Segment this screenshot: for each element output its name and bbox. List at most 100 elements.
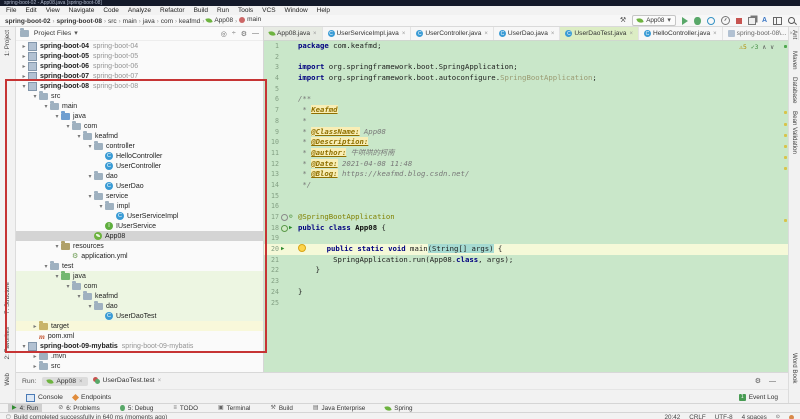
tree-expanded-arrow[interactable]: ▾ <box>31 93 39 100</box>
layout-icon[interactable] <box>773 17 782 25</box>
breadcrumb-item-spring-boot-02[interactable]: spring-boot-02 <box>5 18 51 25</box>
inspection-status-icon[interactable] <box>789 415 794 419</box>
error-stripe[interactable] <box>783 41 788 373</box>
hide-panel-icon[interactable]: — <box>252 30 259 38</box>
menu-item-navigate[interactable]: Navigate <box>69 7 95 14</box>
run-gutter-icon[interactable]: ▶ <box>289 223 292 234</box>
stop-button[interactable] <box>736 18 742 24</box>
tree-item-controller[interactable]: ▾controller <box>16 141 263 151</box>
editor-tab-spring-boot-08...[interactable]: spring-boot-08\...× <box>723 27 799 40</box>
tree-item-com[interactable]: ▾com <box>16 121 263 131</box>
code-line-1[interactable]: 1package com.keafmd; <box>264 41 788 52</box>
tree-item-test[interactable]: ▾test <box>16 261 263 271</box>
tree-expanded-arrow[interactable]: ▾ <box>42 103 50 110</box>
tool-strip-1-project[interactable]: 1: Project <box>4 30 11 56</box>
tree-item-spring-boot-06[interactable]: ▸spring-boot-06spring-boot-06 <box>16 61 263 71</box>
tool-strip-web[interactable]: Web <box>4 373 11 386</box>
editor-tab-UserDaoTest.java[interactable]: CUserDaoTest.java× <box>560 27 639 40</box>
stripe-mark[interactable] <box>784 145 787 148</box>
tree-item-java[interactable]: ▾java <box>16 271 263 281</box>
chevron-down-icon[interactable]: ▾ <box>74 30 78 37</box>
caret-position[interactable]: 20:42 <box>665 414 681 419</box>
hide-icon[interactable]: — <box>769 378 776 385</box>
inspection-widget[interactable]: ⚠5 ✓3 ∧ ∨ <box>739 43 774 54</box>
tree-item-HelloController[interactable]: CHelloController <box>16 151 263 161</box>
search-icon[interactable] <box>788 17 795 24</box>
tree-item-service[interactable]: ▾service <box>16 191 263 201</box>
code-line-14[interactable]: 14 */ <box>264 180 788 191</box>
code-line-2[interactable]: 2 <box>264 52 788 63</box>
tree-item-keafmd[interactable]: ▾keafmd <box>16 291 263 301</box>
stripe-mark[interactable] <box>784 111 787 114</box>
tool-strip-maven[interactable]: Maven <box>791 51 798 70</box>
coverage-button[interactable] <box>707 17 715 25</box>
close-icon[interactable]: × <box>790 31 794 37</box>
menu-item-tools[interactable]: Tools <box>238 7 253 14</box>
intention-bulb-icon[interactable] <box>298 244 306 252</box>
code-line-19[interactable]: 19 <box>264 233 788 244</box>
tree-item-spring-boot-07[interactable]: ▸spring-boot-07spring-boot-07 <box>16 71 263 81</box>
tree-item-application.yml[interactable]: ⚙application.yml <box>16 251 263 261</box>
menu-item-view[interactable]: View <box>46 7 60 14</box>
code-line-3[interactable]: 3import org.springframework.boot.SpringA… <box>264 62 788 73</box>
tree-item-App08[interactable]: App08 <box>16 231 263 241</box>
code-line-21[interactable]: 21 SpringApplication.run(App08.class, ar… <box>264 255 788 266</box>
tree-expanded-arrow[interactable]: ▾ <box>53 273 61 280</box>
tree-collapsed-arrow[interactable]: ▸ <box>20 43 28 50</box>
tree-expanded-arrow[interactable]: ▾ <box>86 173 94 180</box>
breadcrumb-item-App08[interactable]: App08 <box>206 17 233 24</box>
menu-item-help[interactable]: Help <box>317 7 330 14</box>
tree-item-java[interactable]: ▾java <box>16 111 263 121</box>
tree-item-spring-boot-04[interactable]: ▸spring-boot-04spring-boot-04 <box>16 41 263 51</box>
menu-item-edit[interactable]: Edit <box>25 7 36 14</box>
prev-inspection-arrow[interactable]: ∧ <box>762 43 766 54</box>
code-line-15[interactable]: 15 <box>264 191 788 202</box>
menu-item-build[interactable]: Build <box>194 7 208 14</box>
breadcrumb-item-spring-boot-08[interactable]: spring-boot-08 <box>57 18 103 25</box>
status-message[interactable]: Build completed successfully in 640 ms (… <box>14 414 168 419</box>
menu-item-vcs[interactable]: VCS <box>262 7 275 14</box>
tree-expanded-arrow[interactable]: ▾ <box>20 343 28 350</box>
tree-item-resources[interactable]: ▾resources <box>16 241 263 251</box>
tool-strip-database[interactable]: Database <box>791 77 798 104</box>
project-panel-header[interactable]: Project Files ▾ ◎÷⚙— <box>16 27 263 41</box>
tree-expanded-arrow[interactable]: ▾ <box>20 83 28 90</box>
tree-item-dao[interactable]: ▾dao <box>16 301 263 311</box>
stripe-mark[interactable] <box>784 45 787 48</box>
breadcrumb-item-main[interactable]: main <box>123 18 137 25</box>
stripe-mark[interactable] <box>784 123 787 126</box>
breadcrumb-item-main[interactable]: main <box>239 16 261 23</box>
tree-expanded-arrow[interactable]: ▾ <box>75 293 83 300</box>
close-icon[interactable]: × <box>551 31 555 37</box>
run-config-selector[interactable]: App08▾ <box>632 15 676 26</box>
stripe-mark[interactable] <box>784 219 787 222</box>
tree-expanded-arrow[interactable]: ▾ <box>75 133 83 140</box>
tool-strip-2-favorites[interactable]: 2: Favorites <box>4 327 11 359</box>
code-line-9[interactable]: 9 * @ClassName: App08 <box>264 127 788 138</box>
copy-icon[interactable] <box>748 17 756 25</box>
close-icon[interactable]: × <box>158 378 162 384</box>
tree-item-main[interactable]: ▾main <box>16 101 263 111</box>
tree-expanded-arrow[interactable]: ▾ <box>86 303 94 310</box>
code-line-6[interactable]: 6/** <box>264 94 788 105</box>
run-gutter-icon[interactable]: ▶ <box>281 244 284 255</box>
indent-selector[interactable]: 4 spaces <box>742 414 767 419</box>
tree-item-UserDao[interactable]: CUserDao <box>16 181 263 191</box>
editor-tab-UserDao.java[interactable]: CUserDao.java× <box>494 27 560 40</box>
subtab-endpoints[interactable]: Endpoints <box>73 394 111 402</box>
code-line-16[interactable]: 16 <box>264 201 788 212</box>
locate-icon[interactable]: ◎ <box>221 30 227 38</box>
spring-bean-gutter-icon[interactable] <box>281 225 288 232</box>
code-line-24[interactable]: 24} <box>264 287 788 298</box>
menu-item-analyze[interactable]: Analyze <box>128 7 151 14</box>
tree-expanded-arrow[interactable]: ▾ <box>53 243 61 250</box>
collapse-all-icon[interactable]: ÷ <box>232 30 236 38</box>
close-icon[interactable]: × <box>402 31 406 37</box>
debug-button[interactable] <box>694 17 701 25</box>
tree-item-target[interactable]: ▸target <box>16 321 263 331</box>
close-icon[interactable]: × <box>313 31 317 37</box>
tree-item-UserController[interactable]: CUserController <box>16 161 263 171</box>
close-icon[interactable]: × <box>629 31 633 37</box>
subtab-console[interactable]: Console <box>26 394 63 402</box>
menu-item-refactor[interactable]: Refactor <box>160 7 185 14</box>
